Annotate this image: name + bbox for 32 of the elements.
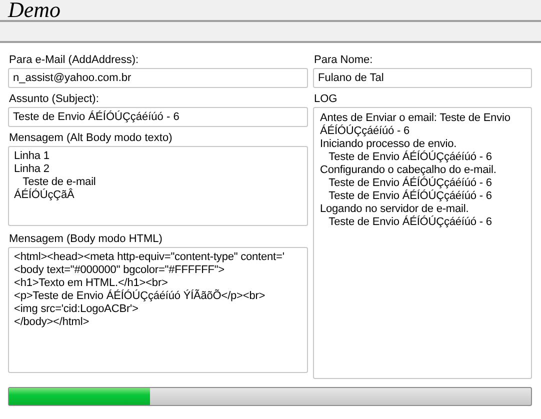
text-line: Linha 2 — [14, 163, 50, 176]
field-label: Para e-Mail (AddAddress): — [8, 53, 140, 68]
text-line: ÁÉÍÓÚçÇãÂ — [14, 189, 76, 202]
log-field[interactable] — [313, 107, 532, 379]
log-line: Configurando o cabeçalho do e-mail. — [320, 164, 498, 176]
log-line: Logando no servidor de e-mail. — [320, 203, 470, 216]
text-line: Teste de e-mail — [22, 176, 97, 188]
field-label: Para Nome: — [313, 53, 374, 68]
log-line: Iniciando processo de envio. — [320, 138, 458, 150]
log-line: Teste de Envio ÁÉÍÓÚÇçáéíúó - 6 — [328, 177, 493, 190]
email-field[interactable]: n_assist@yahoo.com.br — [8, 68, 308, 88]
log-line: Teste de Envio ÁÉÍÓÚÇçáéíúó - 6 — [328, 190, 493, 203]
log-line: Antes de Enviar o email: Teste de Envio — [320, 112, 512, 124]
log-line: ÁÉÍÓÚÇçáéíúó - 6 — [320, 125, 410, 138]
code-line: <h1>Texto em HTML.</h1><br> — [14, 277, 169, 290]
code-line: <html><head><meta http-equiv="content-type" content=' — [14, 251, 286, 264]
code-line: </body></html> — [14, 316, 90, 329]
window-title: Demo — [6, 0, 61, 20]
field-label: Mensagem (Alt Body modo texto) — [8, 131, 174, 146]
subject-field[interactable]: Teste de Envio ÁÉÍÓÚÇçáéíúó - 6 — [8, 107, 308, 127]
text-line: Linha 1 — [14, 150, 50, 163]
code-line: <img src='cid:LogoACBr'> — [14, 303, 140, 316]
code-line: <body text="#000000" bgcolor="#FFFFFF"> — [14, 264, 226, 277]
text-body-field[interactable]: Linha 1 Linha 2 Teste de e-mail ÁÉÍÓÚçÇãÂ — [8, 146, 308, 226]
log-line: Teste de Envio ÁÉÍÓÚÇçáéíúó - 6 — [328, 216, 493, 229]
code-line: <p>Teste de Envio ÁÉÍÓÚÇçáéíúó ÝÍÃãõÕ</p><br> — [14, 290, 266, 303]
log-line: Teste de Envio ÁÉÍÓÚÇçáéíúó - 6 — [328, 151, 493, 164]
field-label: LOG — [313, 92, 338, 107]
field-label: Assunto (Subject): — [8, 92, 100, 107]
field-label: Mensagem (Body modo HTML) — [8, 232, 164, 247]
name-field[interactable]: Fulano de Tal — [313, 68, 532, 88]
html-body-field[interactable] — [8, 247, 308, 373]
